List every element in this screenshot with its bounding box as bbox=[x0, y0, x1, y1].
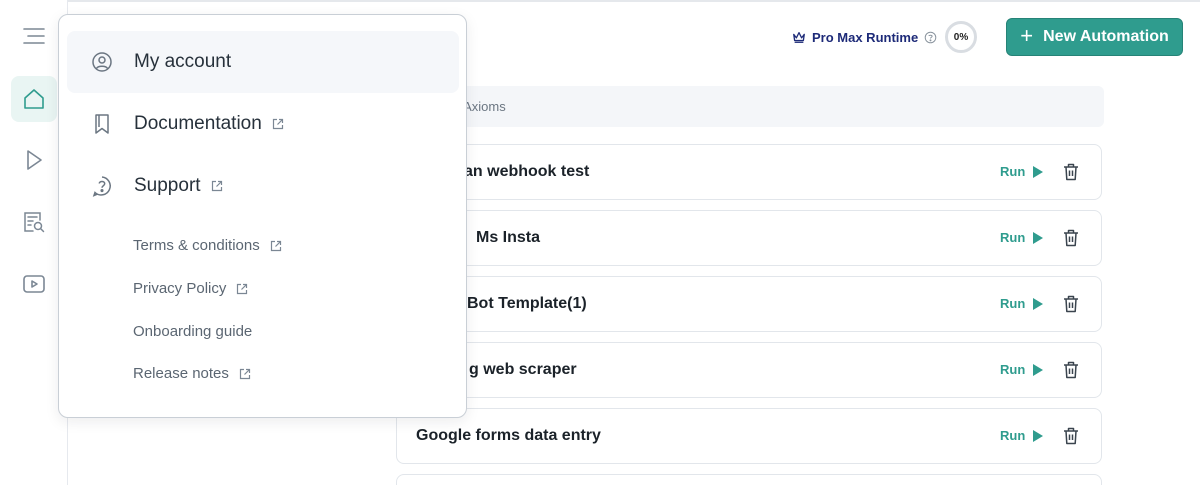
menu-item-label-wrap: Support bbox=[134, 175, 223, 197]
trash-icon[interactable] bbox=[1063, 229, 1079, 247]
trash-icon[interactable] bbox=[1063, 163, 1079, 181]
hamburger-menu-icon[interactable] bbox=[22, 24, 46, 48]
link-terms-conditions[interactable]: Terms & conditions bbox=[133, 237, 282, 254]
account-menu-popover: My account Documentation Support Terms &… bbox=[58, 14, 467, 418]
automation-row[interactable]: Ms Insta Run bbox=[396, 210, 1102, 266]
link-label: Terms & conditions bbox=[133, 237, 260, 254]
link-privacy-policy[interactable]: Privacy Policy bbox=[133, 280, 248, 297]
external-link-icon bbox=[237, 283, 248, 294]
run-button[interactable]: Run bbox=[1000, 428, 1044, 443]
run-button[interactable]: Run bbox=[1000, 230, 1044, 245]
menu-item-documentation[interactable]: Documentation bbox=[67, 93, 459, 155]
user-circle-icon bbox=[92, 52, 112, 72]
trash-icon[interactable] bbox=[1063, 295, 1079, 313]
trash-icon[interactable] bbox=[1063, 427, 1079, 445]
external-link-icon bbox=[211, 180, 222, 192]
question-circle-icon bbox=[92, 176, 111, 197]
play-icon bbox=[1033, 297, 1044, 310]
automation-row[interactable]: Google forms data entry Run bbox=[396, 408, 1102, 464]
run-label: Run bbox=[1000, 296, 1026, 311]
document-search-icon bbox=[24, 212, 45, 233]
automation-name: an webhook test bbox=[464, 163, 590, 180]
menu-item-label: Documentation bbox=[134, 113, 262, 134]
play-icon bbox=[1033, 429, 1044, 442]
play-icon bbox=[1033, 165, 1044, 178]
home-icon bbox=[24, 89, 44, 109]
link-onboarding-guide[interactable]: Onboarding guide bbox=[133, 323, 252, 340]
nav-logs[interactable] bbox=[11, 199, 57, 245]
external-link-icon bbox=[270, 240, 281, 251]
automation-row-partial[interactable] bbox=[396, 474, 1102, 485]
automation-name: Google forms data entry bbox=[416, 427, 601, 444]
play-icon bbox=[1033, 231, 1044, 244]
menu-item-label: My account bbox=[134, 51, 232, 72]
run-button[interactable]: Run bbox=[1000, 362, 1044, 377]
automation-row[interactable]: an webhook test Run bbox=[396, 144, 1102, 200]
crown-icon bbox=[793, 31, 805, 43]
nav-tutorials[interactable] bbox=[11, 261, 57, 307]
automation-row[interactable]: g web scraper Run bbox=[396, 342, 1102, 398]
new-automation-label: New Automation bbox=[1043, 28, 1169, 45]
help-circle-icon[interactable] bbox=[924, 31, 937, 44]
link-label: Onboarding guide bbox=[133, 323, 253, 340]
automation-name: g web scraper bbox=[469, 361, 577, 378]
menu-item-support[interactable]: Support bbox=[67, 155, 459, 217]
external-link-icon bbox=[239, 368, 251, 379]
new-automation-button[interactable]: + New Automation bbox=[1006, 18, 1183, 56]
play-outline-icon bbox=[27, 150, 42, 170]
play-icon bbox=[1033, 363, 1044, 376]
search-input[interactable]: n Axioms bbox=[396, 86, 1104, 127]
nav-home[interactable] bbox=[11, 76, 57, 122]
link-label: Release notes bbox=[133, 365, 229, 382]
video-play-icon bbox=[23, 275, 45, 293]
run-label: Run bbox=[1000, 230, 1026, 245]
menu-item-my-account[interactable]: My account bbox=[67, 31, 459, 93]
plus-icon: + bbox=[1020, 23, 1034, 48]
plan-runtime-badge: Pro Max Runtime bbox=[792, 26, 937, 48]
nav-runs[interactable] bbox=[11, 137, 57, 183]
run-label: Run bbox=[1000, 362, 1026, 377]
menu-item-label-wrap: Documentation bbox=[134, 113, 284, 135]
external-link-icon bbox=[272, 118, 283, 130]
automation-name: Bot Template(1) bbox=[467, 295, 587, 312]
usage-progress-ring: 0% bbox=[945, 21, 977, 53]
link-label: Privacy Policy bbox=[133, 280, 227, 297]
link-release-notes[interactable]: Release notes bbox=[133, 365, 251, 382]
run-button[interactable]: Run bbox=[1000, 296, 1044, 311]
run-label: Run bbox=[1000, 164, 1026, 179]
automation-row[interactable]: Bot Template(1) Run bbox=[396, 276, 1102, 332]
run-label: Run bbox=[1000, 428, 1026, 443]
menu-item-label: Support bbox=[134, 175, 201, 196]
trash-icon[interactable] bbox=[1063, 361, 1079, 379]
runtime-label: Pro Max Runtime bbox=[812, 29, 919, 45]
bookmark-icon bbox=[95, 114, 109, 134]
run-button[interactable]: Run bbox=[1000, 164, 1044, 179]
top-border bbox=[0, 0, 1200, 2]
automation-name: Ms Insta bbox=[476, 229, 541, 246]
